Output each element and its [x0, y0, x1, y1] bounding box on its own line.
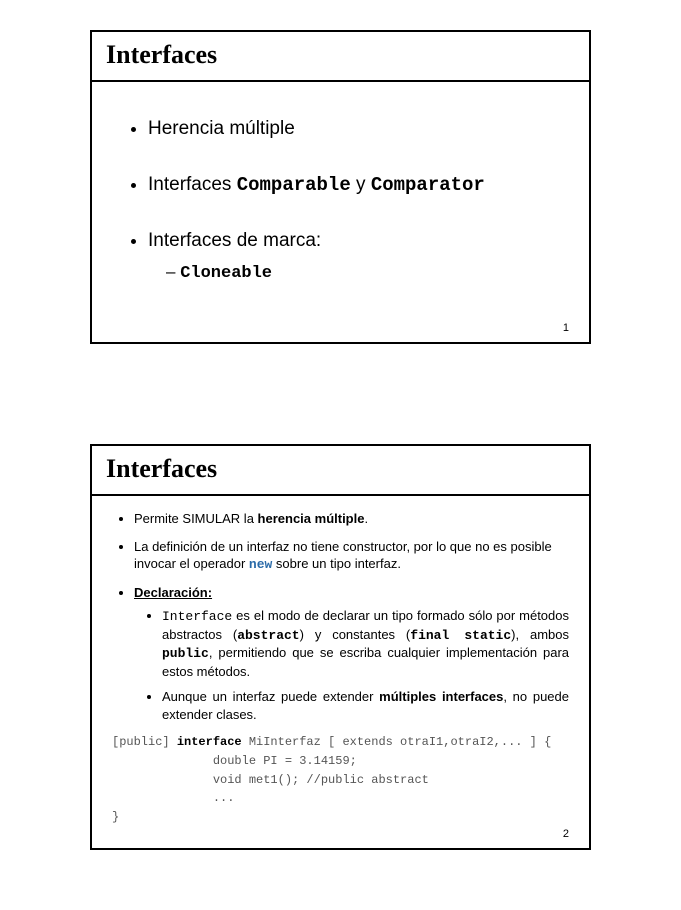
text: sobre un tipo interfaz. — [272, 556, 401, 571]
text: Interfaces — [148, 174, 237, 195]
slide-2-body: Permite SIMULAR la herencia múltiple. La… — [92, 496, 589, 848]
sub-interface-def: Interface es el modo de declarar un tipo… — [162, 607, 569, 680]
code-line-5: } — [112, 810, 119, 824]
code-comparable: Comparable — [237, 174, 351, 196]
text: Interfaces de marca: — [148, 230, 321, 251]
page-number-1: 1 — [563, 322, 569, 334]
code-cloneable: Cloneable — [180, 264, 272, 283]
bold-herencia: herencia múltiple — [258, 511, 365, 526]
slide-2: Interfaces Permite SIMULAR la herencia m… — [90, 444, 591, 850]
bold-multiples: múltiples interfaces — [379, 689, 503, 704]
declaration-sublist: Interface es el modo de declarar un tipo… — [134, 607, 569, 723]
text: MiInterfaz [ extends otraI1,otraI2,... ]… — [242, 735, 552, 749]
text: ), ambos — [511, 627, 569, 642]
slide-gap — [90, 344, 591, 444]
bullet-simular: Permite SIMULAR la herencia múltiple. — [134, 510, 569, 528]
slide-2-title: Interfaces — [92, 446, 589, 496]
code-line-3: void met1(); //public abstract — [112, 773, 429, 787]
text: [public] — [112, 735, 177, 749]
code-block: [public] interface MiInterfaz [ extends … — [112, 733, 569, 826]
slide-1: Interfaces Herencia múltiple Interfaces … — [90, 30, 591, 344]
code-abstract: abstract — [237, 628, 299, 643]
bullet-interfaces: Interfaces Comparable y Comparator — [148, 174, 561, 196]
sub-extender: Aunque un interfaz puede extender múltip… — [162, 688, 569, 723]
page-container: Interfaces Herencia múltiple Interfaces … — [0, 0, 681, 910]
text: ) y constantes ( — [300, 627, 411, 642]
keyword-interface: interface — [177, 735, 242, 749]
slide-1-body: Herencia múltiple Interfaces Comparable … — [92, 82, 589, 342]
slide-2-list: Permite SIMULAR la herencia múltiple. La… — [112, 510, 569, 723]
bullet-definicion: La definición de un interfaz no tiene co… — [134, 538, 569, 574]
text: Aunque un interfaz puede extender — [162, 689, 379, 704]
text: y — [351, 174, 371, 195]
text: , permitiendo que se escriba cualquier i… — [162, 645, 569, 679]
code-line-2: double PI = 3.14159; — [112, 754, 357, 768]
bullet-marca: Interfaces de marca: Cloneable — [148, 230, 561, 283]
code-comparator: Comparator — [371, 174, 485, 196]
bullet-declaracion: Declaración: Interface es el modo de dec… — [134, 584, 569, 724]
declaration-heading: Declaración: — [134, 585, 212, 600]
code-public: public — [162, 646, 209, 661]
bullet-herencia: Herencia múltiple — [148, 118, 561, 140]
code-line-1: [public] interface MiInterfaz [ extends … — [112, 735, 551, 749]
text: Permite SIMULAR la — [134, 511, 258, 526]
slide-1-list: Herencia múltiple Interfaces Comparable … — [120, 118, 561, 283]
code-line-4: ... — [112, 791, 234, 805]
sub-cloneable: Cloneable — [166, 262, 561, 283]
sub-list: Cloneable — [148, 262, 561, 283]
code-interface-word: Interface — [162, 609, 232, 624]
slide-1-title: Interfaces — [92, 32, 589, 82]
text: . — [364, 511, 368, 526]
page-number-2: 2 — [563, 828, 569, 840]
code-new: new — [249, 557, 272, 572]
code-final-static: final static — [410, 628, 511, 643]
